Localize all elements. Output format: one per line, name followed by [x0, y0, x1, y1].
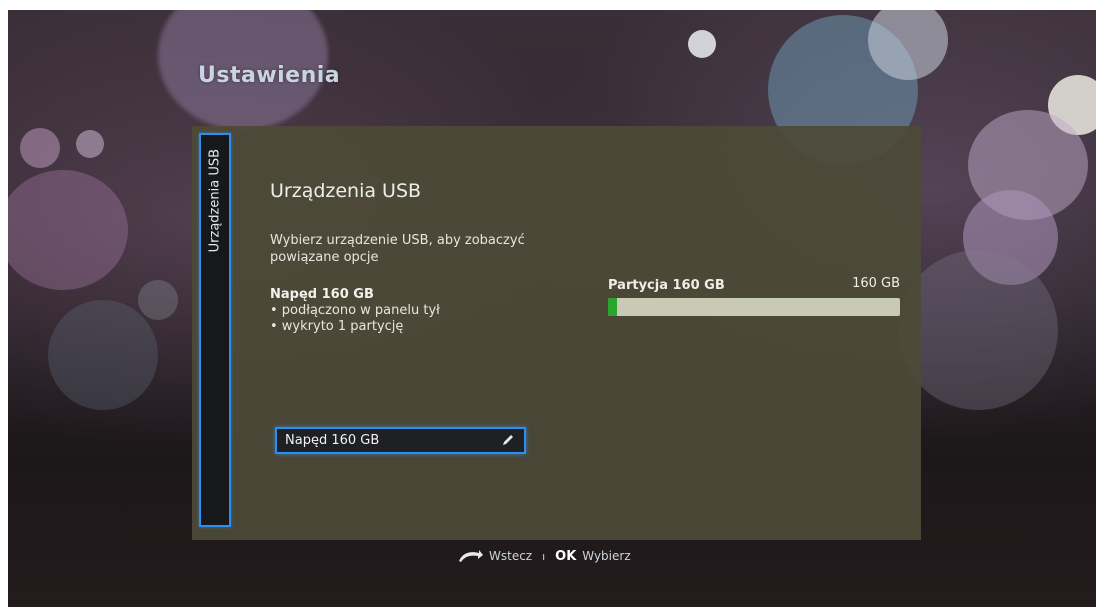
drive-detail: • podłączono w panelu tył	[270, 303, 440, 318]
back-arrow-icon[interactable]	[457, 549, 483, 563]
drive-name: Napęd 160 GB	[270, 287, 374, 302]
footer-hints: Wstecz ı OK Wybierz	[457, 546, 631, 566]
section-description: Wybierz urządzenie USB, aby zobaczyć pow…	[270, 233, 525, 265]
ok-label[interactable]: Wybierz	[582, 549, 630, 563]
bokeh-light	[138, 280, 178, 320]
partition-usage-bar	[608, 298, 900, 316]
tab-usb-devices-label: Urządzenia USB	[207, 149, 223, 253]
drive-select-label: Napęd 160 GB	[285, 433, 380, 448]
back-label[interactable]: Wstecz	[489, 549, 532, 563]
page-title: Ustawienia	[198, 63, 341, 88]
bokeh-light	[20, 128, 60, 168]
bokeh-light	[898, 250, 1058, 410]
bokeh-light	[688, 30, 716, 58]
ok-key[interactable]: OK	[555, 549, 576, 564]
bokeh-light	[48, 300, 158, 410]
partition-usage-fill	[608, 298, 617, 316]
drive-detail: • wykryto 1 partycję	[270, 319, 404, 334]
bokeh-light	[76, 130, 104, 158]
tv-screen: Ustawienia Urządzenia USB Urządzenia USB…	[8, 10, 1096, 607]
section-heading: Urządzenia USB	[270, 180, 422, 202]
edit-icon	[501, 433, 515, 447]
partition-label: Partycja 160 GB	[608, 278, 725, 293]
bokeh-light	[868, 10, 948, 80]
settings-panel: Urządzenia USB Urządzenia USB Wybierz ur…	[192, 126, 921, 540]
bokeh-light	[8, 170, 128, 290]
drive-select-button[interactable]: Napęd 160 GB	[275, 427, 526, 454]
footer-separator: ı	[542, 549, 546, 563]
tab-usb-devices[interactable]: Urządzenia USB	[199, 133, 231, 527]
partition-size: 160 GB	[852, 276, 900, 291]
